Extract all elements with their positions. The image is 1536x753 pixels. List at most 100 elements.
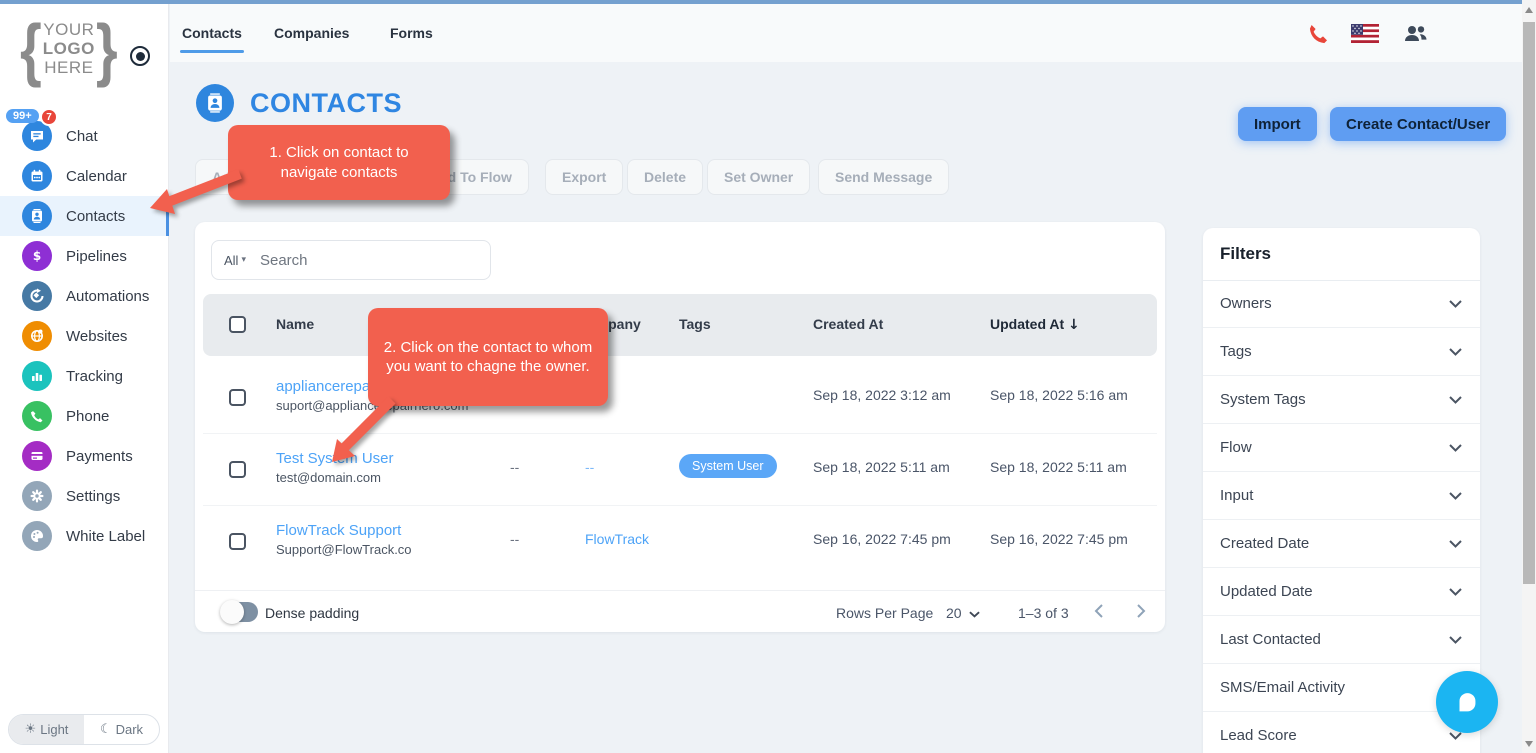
scrollbar-thumb[interactable]: [1523, 22, 1535, 584]
filter-tags[interactable]: Tags: [1203, 328, 1480, 376]
settings-icon: [22, 481, 52, 511]
sidebar-item-label: White Label: [66, 527, 146, 545]
filter-label: Lead Score: [1220, 727, 1297, 744]
sidebar-item-phone[interactable]: Phone: [0, 396, 169, 436]
tooltip-step2-arrow: [332, 396, 396, 462]
sidebar-item-label: Tracking: [66, 367, 123, 385]
page-scrollbar: [1522, 0, 1536, 753]
pipelines-icon: $: [22, 241, 52, 271]
chevron-down-icon: [1449, 444, 1462, 452]
sidebar-item-settings[interactable]: Settings: [0, 476, 169, 516]
filter-system-tags[interactable]: System Tags: [1203, 376, 1480, 424]
create-contact-user-button[interactable]: Create Contact/User: [1330, 107, 1507, 141]
logo: { YOUR LOGO HERE }: [20, 13, 118, 83]
column-header-name[interactable]: Name: [276, 316, 314, 332]
language-flag-icon[interactable]: [1351, 24, 1379, 48]
sidebar-item-pipelines[interactable]: $ Pipelines: [0, 236, 169, 276]
tag-pill: System User: [679, 454, 777, 478]
sidebar-item-tracking[interactable]: Tracking: [0, 356, 169, 396]
sidebar-item-white-label[interactable]: White Label: [0, 516, 169, 556]
tab-companies[interactable]: Companies: [274, 25, 349, 41]
sidebar-item-label: Payments: [66, 447, 133, 465]
tab-contacts[interactable]: Contacts: [180, 25, 244, 53]
filters-title: Filters: [1220, 244, 1272, 263]
table-footer: Dense padding Rows Per Page 20 1–3 of 3: [195, 590, 1165, 632]
filters-panel: Filters Owners Tags System Tags Flow Inp…: [1203, 228, 1480, 753]
logo-line-2: LOGO: [42, 39, 95, 59]
sidebar-collapse-radio[interactable]: [130, 46, 150, 66]
filter-lead-score[interactable]: Lead Score: [1203, 712, 1480, 753]
dense-padding-label: Dense padding: [265, 605, 360, 621]
sidebar-item-websites[interactable]: Websites: [0, 316, 169, 356]
delete-button[interactable]: Delete: [627, 159, 704, 195]
automations-icon: [22, 281, 52, 311]
theme-toggle: ☀ Light ☾ Dark: [8, 714, 160, 745]
row-checkbox[interactable]: [229, 533, 246, 550]
set-owner-button[interactable]: Set Owner: [707, 159, 811, 195]
filter-input[interactable]: Input: [1203, 472, 1480, 520]
users-icon[interactable]: [1402, 22, 1428, 51]
filter-updated-date[interactable]: Updated Date: [1203, 568, 1480, 616]
chevron-down-icon: [1449, 540, 1462, 548]
table-row[interactable]: FlowTrack Support Support@FlowTrack.co -…: [203, 506, 1157, 578]
payments-icon: [22, 441, 52, 471]
updated-at-cell: Sep 16, 2022 7:45 pm: [990, 531, 1128, 547]
filter-last-contacted[interactable]: Last Contacted: [1203, 616, 1480, 664]
theme-light-button[interactable]: ☀ Light: [9, 715, 84, 744]
chevron-down-icon: [1449, 348, 1462, 356]
row-checkbox[interactable]: [229, 389, 246, 406]
theme-dark-button[interactable]: ☾ Dark: [84, 715, 159, 744]
phone-icon: [22, 401, 52, 431]
rows-per-page-value: 20: [946, 605, 962, 621]
send-message-button[interactable]: Send Message: [818, 159, 950, 195]
chevron-down-icon: [1449, 732, 1462, 740]
theme-light-label: Light: [40, 722, 69, 737]
logo-brace-right: }: [95, 8, 118, 88]
filter-created-date[interactable]: Created Date: [1203, 520, 1480, 568]
search-input[interactable]: [259, 251, 478, 269]
filter-flow[interactable]: Flow: [1203, 424, 1480, 472]
created-at-cell: Sep 16, 2022 7:45 pm: [813, 531, 951, 547]
filter-label: Last Contacted: [1220, 631, 1321, 648]
tooltip-step2-text: 2. Click on the contact to whom you want…: [383, 338, 593, 376]
contacts-icon: [22, 201, 52, 231]
sidebar: { YOUR LOGO HERE } 99+ 7 Chat Calendar C…: [0, 0, 169, 753]
filter-label: Input: [1220, 487, 1254, 504]
sidebar-item-label: Chat: [66, 127, 98, 145]
import-button[interactable]: Import: [1238, 107, 1317, 141]
sidebar-item-payments[interactable]: Payments: [0, 436, 169, 476]
tooltip-step1-text: 1. Click on contact to navigate contacts: [269, 144, 409, 181]
scroll-up-icon[interactable]: [1525, 7, 1533, 13]
select-all-checkbox[interactable]: [229, 316, 246, 333]
sidebar-item-label: Calendar: [66, 167, 127, 185]
rows-per-page-select[interactable]: 20: [946, 605, 981, 621]
contact-name-link[interactable]: FlowTrack Support: [276, 522, 412, 539]
scroll-down-icon[interactable]: [1525, 741, 1533, 747]
tab-forms[interactable]: Forms: [390, 25, 433, 41]
row-checkbox[interactable]: [229, 461, 246, 478]
filter-owners[interactable]: Owners: [1203, 280, 1480, 328]
company-cell[interactable]: --: [585, 459, 594, 475]
sidebar-item-label: Automations: [66, 287, 150, 305]
sort-desc-icon: ↓: [1068, 317, 1080, 333]
previous-page-button[interactable]: [1094, 603, 1104, 624]
chevron-down-icon: [1449, 396, 1462, 404]
sidebar-item-chat[interactable]: 99+ 7 Chat: [0, 108, 169, 156]
column-header-created-at[interactable]: Created At: [813, 316, 883, 332]
search-scope-dropdown[interactable]: All ▾: [224, 253, 246, 268]
chat-fab-button[interactable]: [1436, 671, 1498, 733]
tooltip-step1-arrow: [150, 169, 242, 214]
chat-unread-badge: 99+: [6, 109, 39, 123]
next-page-button[interactable]: [1136, 603, 1146, 624]
dense-padding-toggle[interactable]: [220, 600, 258, 624]
tooltip-step1: 1. Click on contact to navigate contacts: [228, 125, 450, 200]
company-cell[interactable]: FlowTrack: [585, 531, 649, 547]
sidebar-item-automations[interactable]: Automations: [0, 276, 169, 316]
caret-down-icon: ▾: [241, 255, 246, 265]
column-header-tags[interactable]: Tags: [679, 316, 711, 332]
export-button[interactable]: Export: [545, 159, 624, 195]
rows-per-page-label: Rows Per Page: [836, 605, 934, 621]
column-header-updated-at[interactable]: Updated At ↓: [990, 316, 1080, 333]
chevron-down-icon: [1449, 492, 1462, 500]
call-icon[interactable]: [1307, 22, 1331, 51]
